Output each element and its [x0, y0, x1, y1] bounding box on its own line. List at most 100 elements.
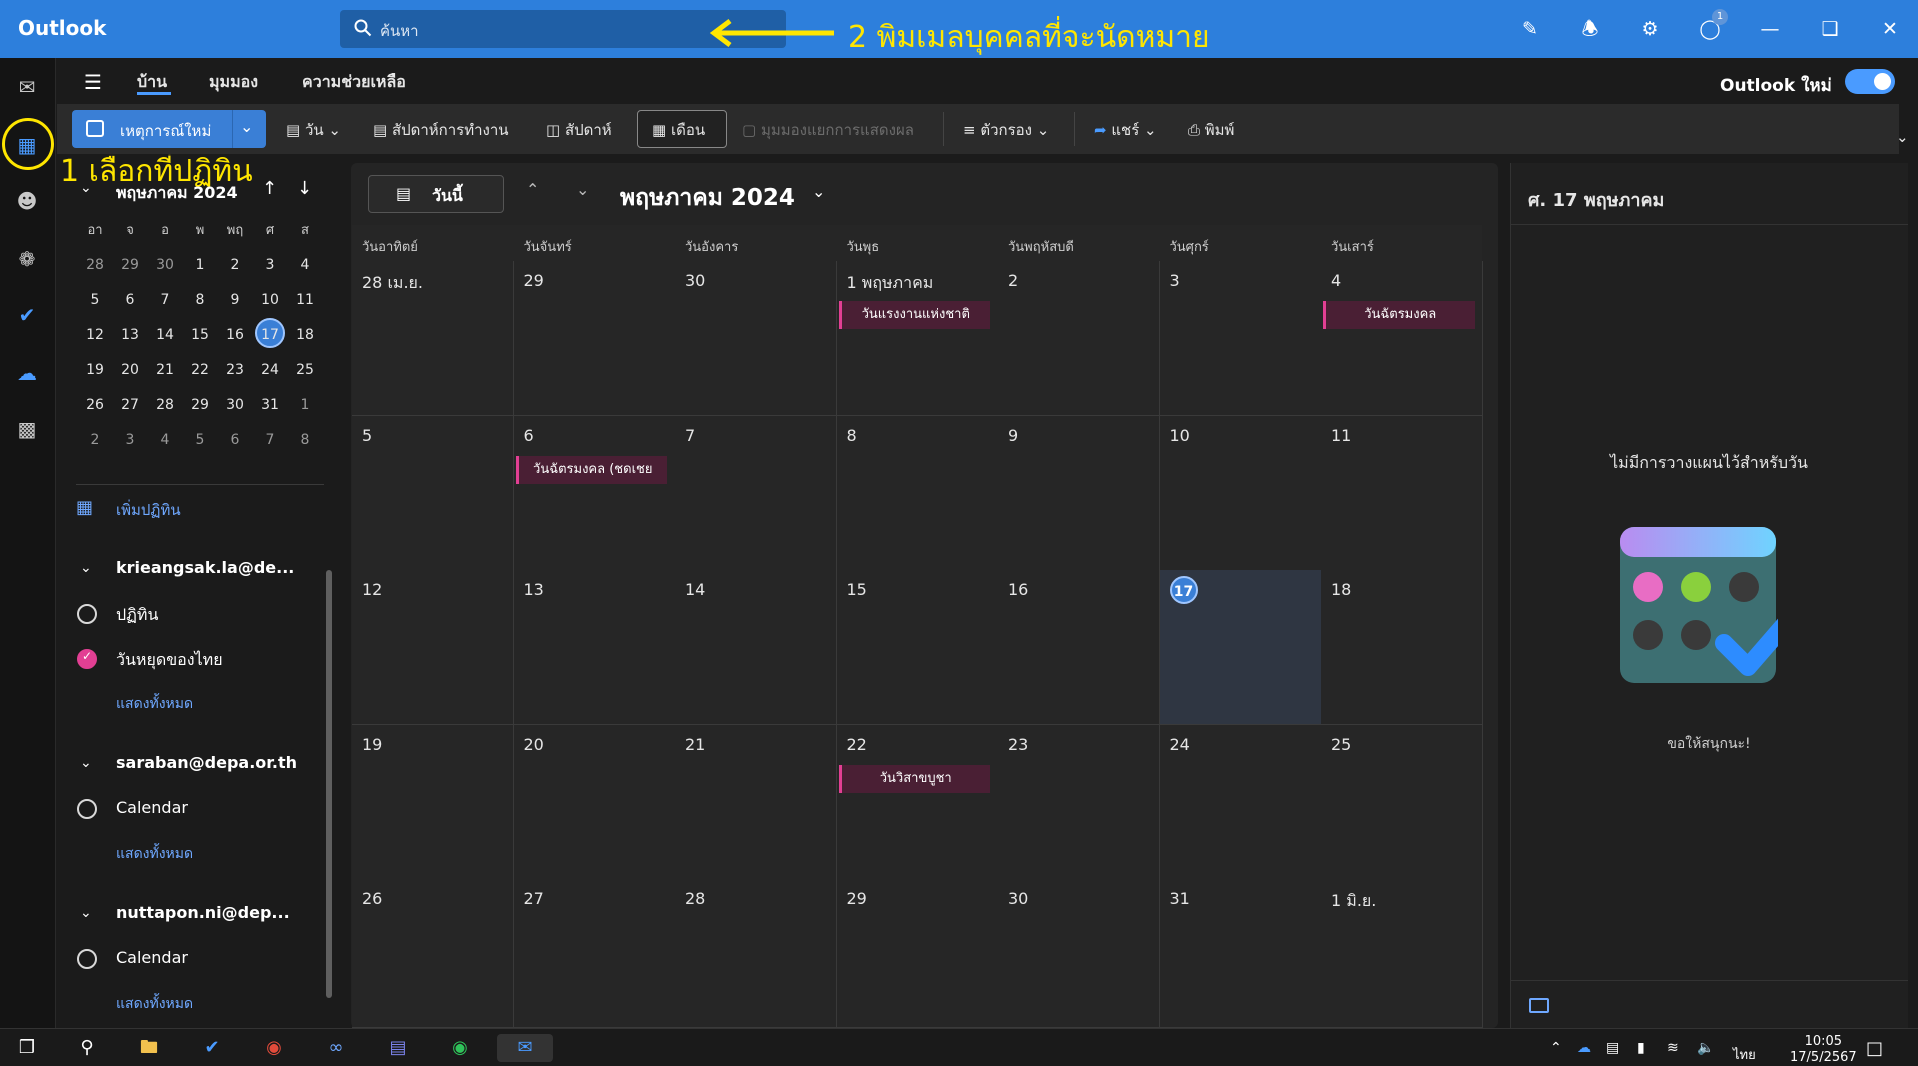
day-cell[interactable]: [998, 261, 1160, 416]
mini-calendar-day[interactable]: 20: [113, 353, 147, 387]
show-all-link[interactable]: แสดงทั้งหมด: [116, 993, 193, 1015]
volume-icon[interactable]: 🔈: [1697, 1040, 1714, 1056]
mini-calendar-day[interactable]: 16: [218, 318, 252, 352]
mini-calendar-day[interactable]: 29: [183, 388, 217, 422]
day-cell[interactable]: [513, 415, 676, 571]
calendar-toggle[interactable]: [77, 949, 97, 969]
mini-calendar-day[interactable]: 23: [218, 353, 252, 387]
show-all-link[interactable]: แสดงทั้งหมด: [116, 843, 193, 865]
mini-calendar-day[interactable]: 28: [148, 388, 182, 422]
system-clock[interactable]: 10:05 17/5/2567: [1790, 1034, 1857, 1066]
onedrive-tray-icon[interactable]: ☁: [1577, 1040, 1591, 1056]
mini-calendar-day[interactable]: 1: [183, 248, 217, 282]
compose-note-icon[interactable]: ✎: [1517, 16, 1543, 42]
mini-calendar-day[interactable]: 31: [253, 388, 287, 422]
mini-calendar-day[interactable]: 1: [288, 388, 322, 422]
mini-calendar-day[interactable]: 29: [113, 248, 147, 282]
groups-icon[interactable]: ❁: [12, 244, 42, 274]
input-language[interactable]: ไทย: [1733, 1044, 1756, 1065]
account-name[interactable]: nuttapon.ni@dep...: [116, 903, 290, 922]
calendar-item-label[interactable]: ปฏิทิน: [116, 603, 158, 628]
calendar-item-label[interactable]: Calendar: [116, 798, 188, 817]
mini-calendar-day[interactable]: 8: [183, 283, 217, 317]
mail-icon[interactable]: ✉: [12, 72, 42, 102]
chevron-down-icon[interactable]: ⌄: [240, 117, 253, 136]
chevron-down-icon[interactable]: ⌄: [812, 182, 825, 201]
notification-center-icon[interactable]: □: [1866, 1038, 1883, 1059]
windows-start-icon[interactable]: ❒: [12, 1034, 42, 1062]
arrow-down-icon[interactable]: ↓: [297, 178, 312, 199]
account-name[interactable]: saraban@depa.or.th: [116, 753, 297, 772]
chevron-down-icon[interactable]: ⌄: [80, 560, 92, 576]
mini-calendar-day[interactable]: 30: [148, 248, 182, 282]
chevron-down-icon[interactable]: ⌄: [80, 180, 92, 196]
day-cell[interactable]: [1321, 261, 1483, 416]
day-cell[interactable]: [1159, 261, 1322, 416]
search-icon[interactable]: ⚲: [72, 1034, 102, 1062]
calendar-item-label[interactable]: วันหยุดของไทย: [116, 648, 223, 673]
mini-calendar-day[interactable]: 10: [253, 283, 287, 317]
calendar-event[interactable]: วันฉัตรมงคล (ชดเชย: [515, 455, 667, 484]
mini-calendar-day[interactable]: 19: [78, 353, 112, 387]
mini-calendar-day[interactable]: 2: [78, 423, 112, 457]
ribbon-expand-icon[interactable]: ⌄: [1896, 128, 1909, 146]
day-cell[interactable]: [675, 415, 837, 571]
mini-calendar-day[interactable]: 28: [78, 248, 112, 282]
account-name[interactable]: krieangsak.la@de...: [116, 558, 294, 577]
network-tray-icon[interactable]: ▤: [1606, 1040, 1619, 1056]
wifi-icon[interactable]: ≋: [1667, 1040, 1679, 1056]
mini-calendar-day[interactable]: 21: [148, 353, 182, 387]
webex-icon[interactable]: ∞: [321, 1034, 351, 1062]
mini-calendar-day[interactable]: 14: [148, 318, 182, 352]
todo-icon[interactable]: ✔: [12, 300, 42, 330]
mini-calendar-day[interactable]: 30: [218, 388, 252, 422]
mini-calendar-day[interactable]: 22: [183, 353, 217, 387]
mini-calendar-day[interactable]: 7: [253, 423, 287, 457]
mini-calendar-day[interactable]: 18: [288, 318, 322, 352]
next-month-icon[interactable]: ⌄: [576, 180, 589, 199]
file-explorer-icon[interactable]: 🖿: [134, 1034, 164, 1062]
split-view-button[interactable]: ▢ มุมมองแยกการแสดงผล: [742, 118, 914, 142]
mini-calendar-day[interactable]: 11: [288, 283, 322, 317]
chevron-down-icon[interactable]: ⌄: [80, 905, 92, 921]
apps-icon[interactable]: ▩: [12, 414, 42, 444]
mini-calendar-day[interactable]: 5: [78, 283, 112, 317]
day-cell[interactable]: [352, 415, 514, 571]
people-icon[interactable]: ☻: [12, 186, 42, 216]
mini-calendar-day[interactable]: 7: [148, 283, 182, 317]
mini-calendar-day[interactable]: 8: [288, 423, 322, 457]
onedrive-icon[interactable]: ☁: [12, 358, 42, 388]
teams-icon[interactable]: ▤: [383, 1034, 413, 1062]
mini-calendar-day[interactable]: 24: [253, 353, 287, 387]
mini-calendar-day[interactable]: 17: [253, 318, 287, 352]
mini-calendar-day[interactable]: 27: [113, 388, 147, 422]
hamburger-menu-icon[interactable]: ☰: [84, 70, 102, 94]
filter-button[interactable]: ≡ ตัวกรอง ⌄: [963, 118, 1049, 142]
tab-view[interactable]: มุมมอง: [209, 70, 258, 95]
mini-calendar-day[interactable]: 26: [78, 388, 112, 422]
mini-calendar-day[interactable]: 3: [253, 248, 287, 282]
mini-calendar-day[interactable]: 25: [288, 353, 322, 387]
close-icon[interactable]: ✕: [1877, 16, 1903, 42]
print-button[interactable]: ⎙ พิมพ์: [1188, 118, 1234, 142]
view-day-button[interactable]: ▤ วัน ⌄: [286, 118, 341, 142]
view-work-week-button[interactable]: ▤ สัปดาห์การทำงาน: [373, 118, 509, 142]
calendar-event[interactable]: วันฉัตรมงคล: [1323, 301, 1475, 329]
previous-month-icon[interactable]: ⌃: [526, 180, 539, 199]
minimize-icon[interactable]: —: [1757, 16, 1783, 42]
bell-icon[interactable]: 🕭: [1577, 16, 1603, 42]
mini-calendar-day[interactable]: 4: [148, 423, 182, 457]
view-week-button[interactable]: ◫ สัปดาห์: [546, 118, 612, 142]
share-button[interactable]: ➦ แชร์ ⌄: [1094, 118, 1157, 142]
outlook-taskbar-icon[interactable]: ✉: [497, 1034, 553, 1062]
show-all-link[interactable]: แสดงทั้งหมด: [116, 693, 193, 715]
tab-help[interactable]: ความช่วยเหลือ: [302, 70, 406, 95]
day-cell[interactable]: [998, 415, 1160, 571]
sidebar-scrollbar[interactable]: [326, 570, 332, 998]
mini-calendar-day[interactable]: 13: [113, 318, 147, 352]
new-outlook-toggle[interactable]: [1845, 69, 1895, 94]
calendar-event[interactable]: วันแรงงานแห่งชาติ: [838, 301, 990, 329]
mini-calendar-day[interactable]: 3: [113, 423, 147, 457]
calendar-event[interactable]: วันวิสาขบูชา: [838, 764, 990, 793]
battery-icon[interactable]: ▮: [1637, 1040, 1645, 1056]
